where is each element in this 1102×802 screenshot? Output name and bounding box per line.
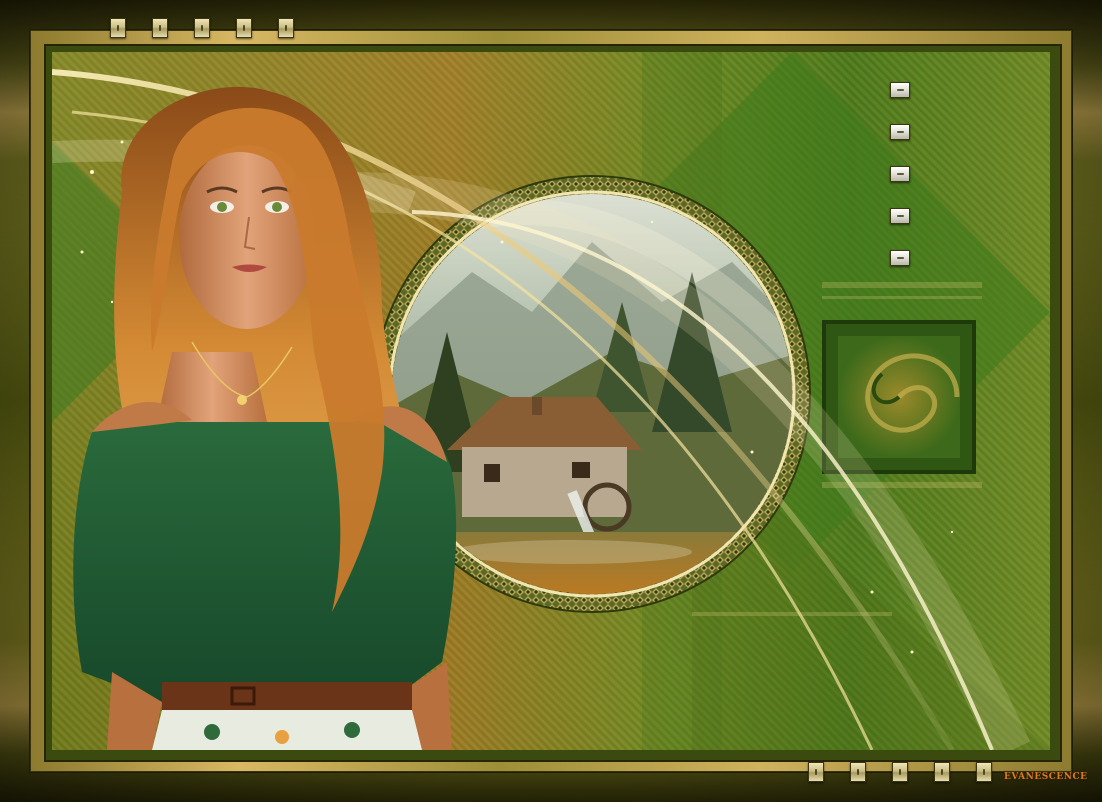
side-button-2[interactable] (890, 124, 910, 140)
side-button-1[interactable] (890, 82, 910, 98)
artwork-scene (52, 52, 1050, 750)
artwork-panel (52, 52, 1050, 750)
top-button-3[interactable] (194, 18, 210, 38)
bottom-button-3[interactable] (892, 762, 908, 782)
top-button-5[interactable] (278, 18, 294, 38)
artist-signature: EVANESCENCE (1004, 772, 1088, 782)
bottom-button-5[interactable] (976, 762, 992, 782)
top-button-1[interactable] (110, 18, 126, 38)
top-button-4[interactable] (236, 18, 252, 38)
side-button-4[interactable] (890, 208, 910, 224)
side-button-5[interactable] (890, 250, 910, 266)
bottom-button-1[interactable] (808, 762, 824, 782)
top-button-2[interactable] (152, 18, 168, 38)
bottom-button-4[interactable] (934, 762, 950, 782)
side-button-3[interactable] (890, 166, 910, 182)
artwork-canvas: EVANESCENCE (0, 0, 1102, 802)
bottom-button-2[interactable] (850, 762, 866, 782)
